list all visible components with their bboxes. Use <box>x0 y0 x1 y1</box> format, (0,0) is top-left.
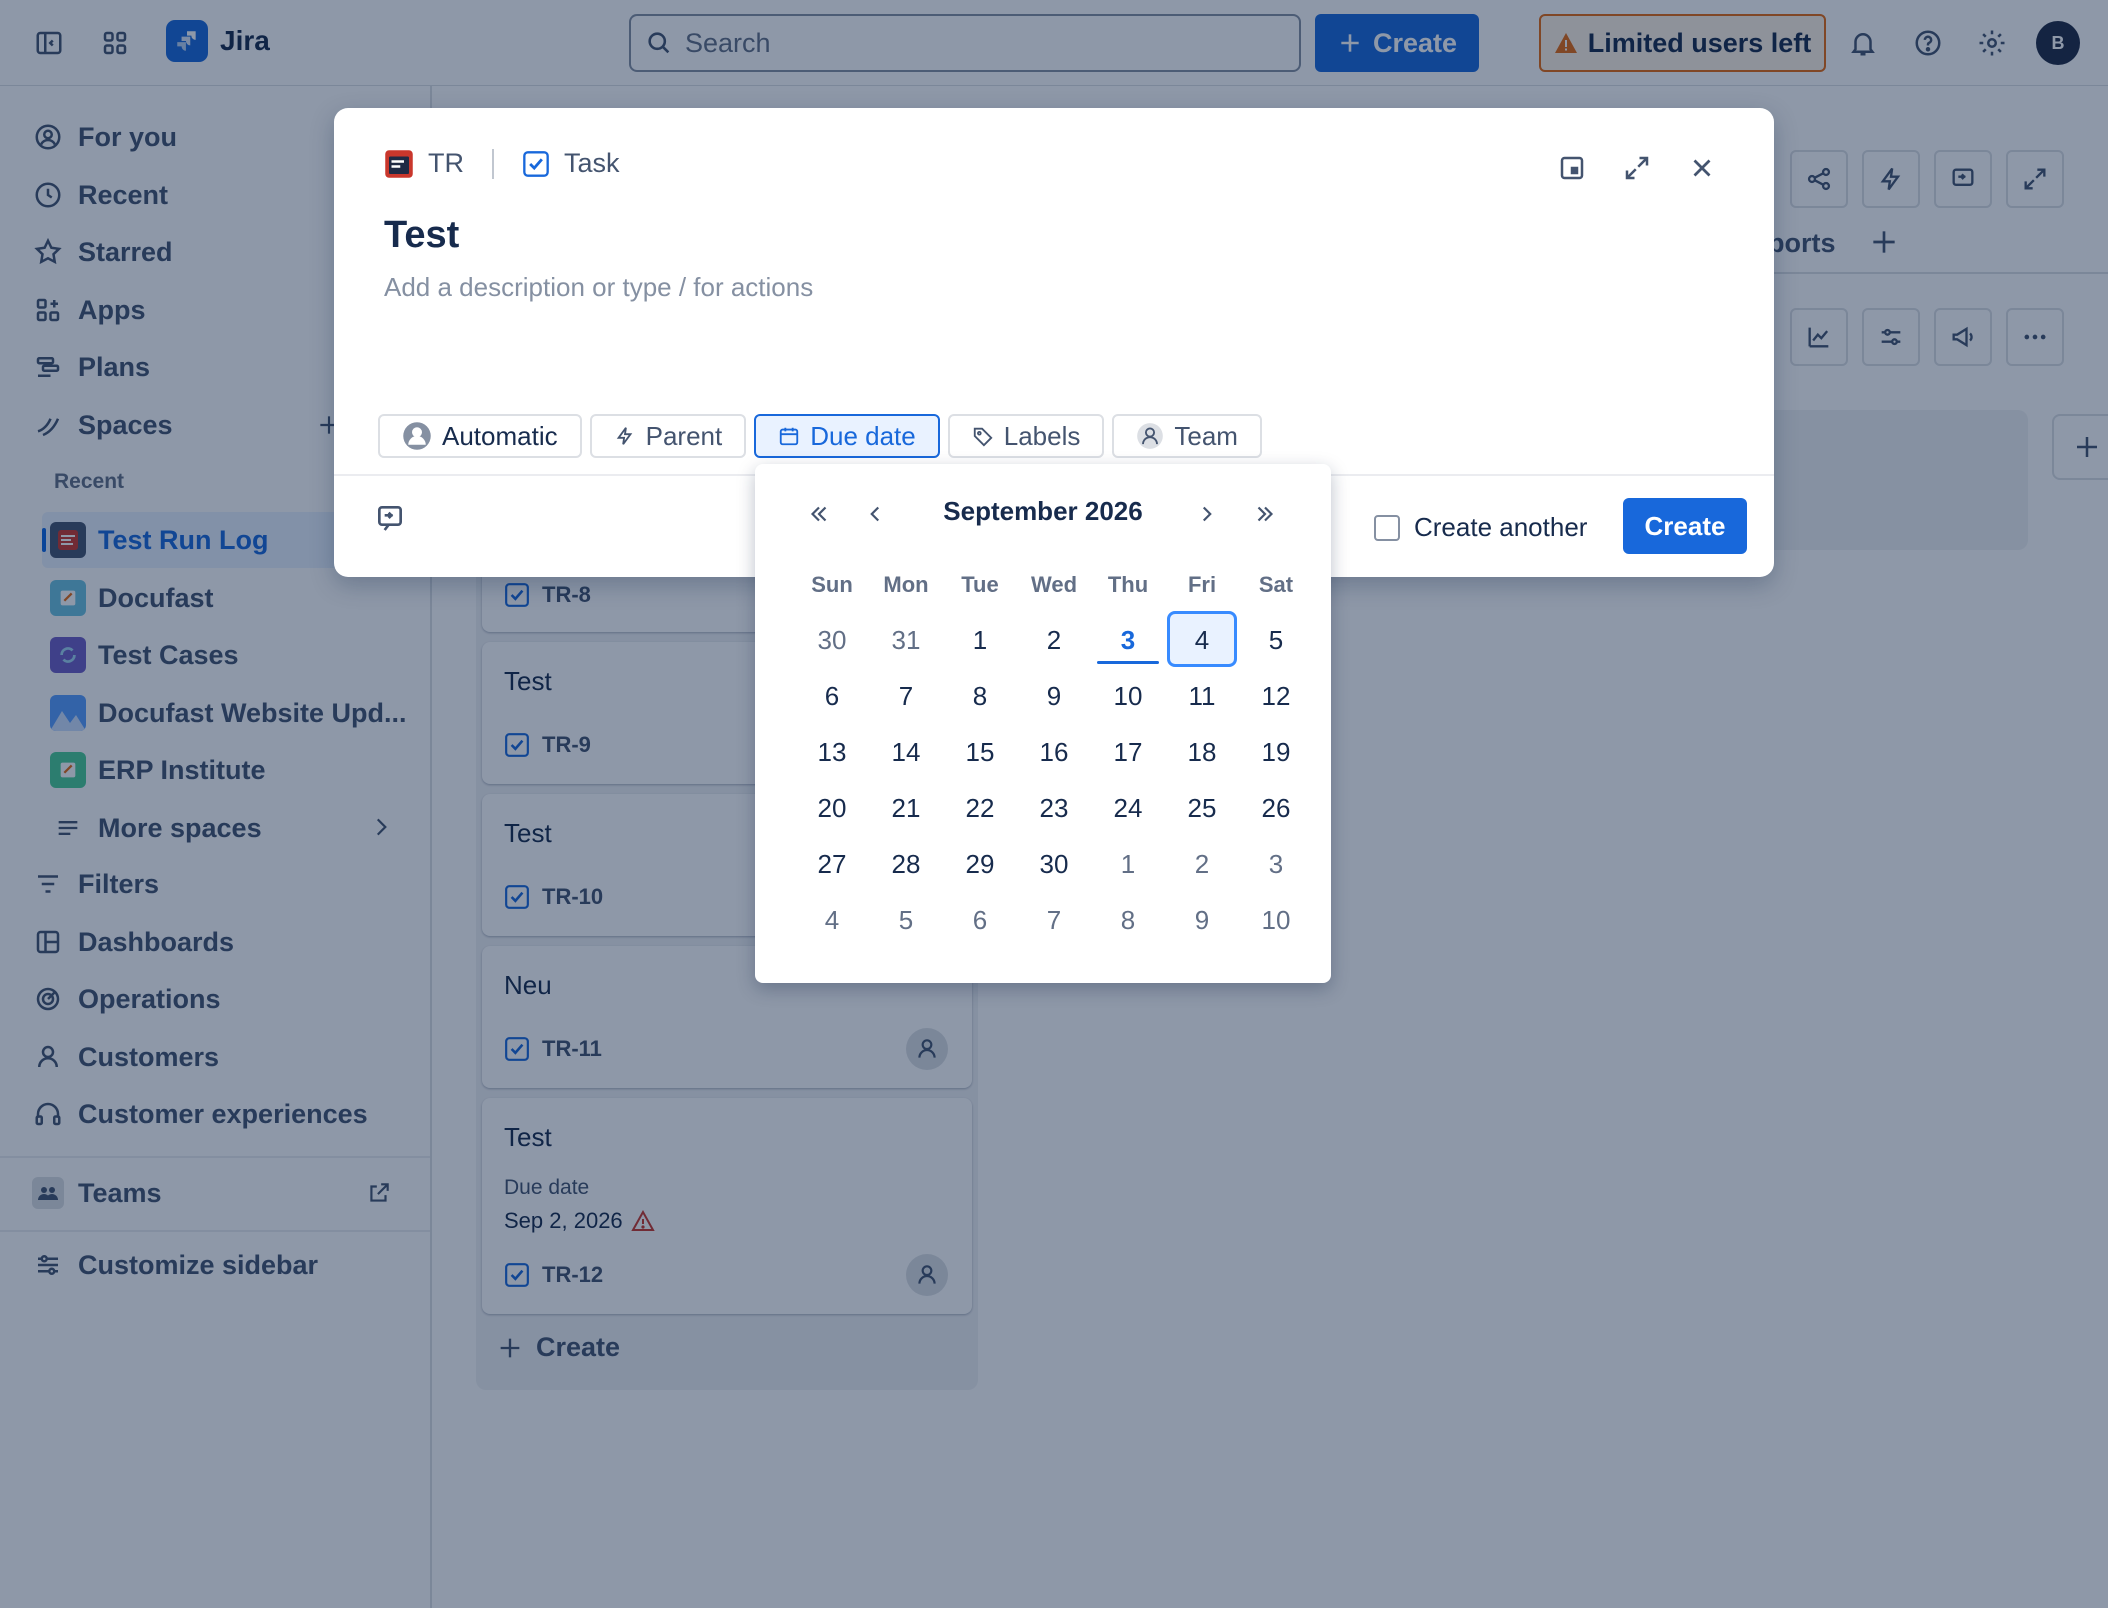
calendar-grid: Sun Mon Tue Wed Thu Fri Sat 30 31 1 2 3 … <box>795 572 1313 948</box>
feedback-icon[interactable] <box>374 502 406 534</box>
calendar-day[interactable]: 1 <box>943 612 1017 668</box>
calendar-day[interactable]: 21 <box>869 780 943 836</box>
calendar-day[interactable]: 24 <box>1091 780 1165 836</box>
calendar-header: September 2026 <box>755 494 1331 534</box>
assignee-chip[interactable]: Automatic <box>378 414 582 458</box>
weekday-label: Fri <box>1187 572 1217 597</box>
create-another-label: Create another <box>1414 512 1588 542</box>
calendar-day[interactable]: 29 <box>943 836 1017 892</box>
calendar-week: 30 31 1 2 3 4 5 <box>795 611 1313 668</box>
minimize-icon[interactable] <box>1550 146 1594 190</box>
calendar-day[interactable]: 4 <box>795 892 869 948</box>
task-checkbox-icon <box>523 150 549 177</box>
date-picker: September 2026 Sun Mon Tue Wed Thu Fri S… <box>755 464 1331 983</box>
calendar-day[interactable]: 23 <box>1017 780 1091 836</box>
weekday-label: Sun <box>811 572 853 597</box>
calendar-day[interactable]: 19 <box>1239 724 1313 780</box>
weekday-header: Sun Mon Tue Wed Thu Fri Sat <box>795 572 1313 612</box>
description-input[interactable]: Add a description or type / for actions <box>384 272 813 303</box>
weekday-label: Tue <box>961 572 999 597</box>
issue-summary-input[interactable]: Test <box>384 214 459 257</box>
calendar-day[interactable]: 30 <box>1017 836 1091 892</box>
calendar-day[interactable]: 11 <box>1165 668 1239 724</box>
calendar-week: 4 5 6 7 8 9 10 <box>795 892 1313 948</box>
calendar-day[interactable]: 30 <box>795 612 869 668</box>
field-chips: Automatic Parent Due date Labels Team <box>378 414 1262 458</box>
team-chip[interactable]: Team <box>1112 414 1262 458</box>
chip-label: Parent <box>645 420 723 451</box>
project-icon <box>385 149 413 178</box>
calendar-day-today[interactable]: 3 <box>1091 612 1165 668</box>
calendar-day[interactable]: 22 <box>943 780 1017 836</box>
calendar-week: 13 14 15 16 17 18 19 <box>795 724 1313 780</box>
calendar-day[interactable]: 15 <box>943 724 1017 780</box>
calendar-day[interactable]: 17 <box>1091 724 1165 780</box>
breadcrumb-separator <box>492 148 494 179</box>
project-key[interactable]: TR <box>428 148 464 179</box>
calendar-day[interactable]: 28 <box>869 836 943 892</box>
calendar-day[interactable]: 2 <box>1017 612 1091 668</box>
calendar-day[interactable]: 6 <box>943 892 1017 948</box>
labels-chip[interactable]: Labels <box>947 414 1105 458</box>
calendar-day[interactable]: 5 <box>869 892 943 948</box>
chip-label: Team <box>1174 420 1238 451</box>
calendar-day[interactable]: 25 <box>1165 780 1239 836</box>
calendar-day[interactable]: 9 <box>1165 892 1239 948</box>
calendar-day[interactable]: 5 <box>1239 612 1313 668</box>
weekday-label: Sat <box>1258 572 1294 597</box>
chip-label: Labels <box>1003 420 1081 451</box>
calendar-day[interactable]: 31 <box>869 612 943 668</box>
calendar-day[interactable]: 8 <box>1091 892 1165 948</box>
team-avatar-icon <box>1137 423 1164 449</box>
calendar-week: 6 7 8 9 10 11 12 <box>795 668 1313 724</box>
calendar-day[interactable]: 16 <box>1017 724 1091 780</box>
calendar-day[interactable]: 12 <box>1239 668 1313 724</box>
lightning-icon <box>616 427 632 445</box>
chip-label: Automatic <box>442 420 558 451</box>
calendar-day[interactable]: 9 <box>1017 668 1091 724</box>
parent-chip[interactable]: Parent <box>589 414 747 458</box>
checkbox[interactable] <box>1374 514 1400 541</box>
calendar-day[interactable]: 7 <box>869 668 943 724</box>
due-date-chip[interactable]: Due date <box>754 414 940 458</box>
calendar-day[interactable]: 10 <box>1091 668 1165 724</box>
calendar-icon <box>780 427 799 446</box>
calendar-day[interactable]: 6 <box>795 668 869 724</box>
calendar-day[interactable]: 14 <box>869 724 943 780</box>
calendar-day-selected[interactable]: 4 <box>1165 611 1239 668</box>
calendar-day[interactable]: 18 <box>1165 724 1239 780</box>
calendar-day[interactable]: 2 <box>1165 836 1239 892</box>
issue-type[interactable]: Task <box>564 148 620 179</box>
fullscreen-icon[interactable] <box>1615 146 1659 190</box>
calendar-day[interactable]: 10 <box>1239 892 1313 948</box>
weekday-label: Wed <box>1030 572 1078 597</box>
close-icon[interactable] <box>1680 146 1724 190</box>
calendar-week: 27 28 29 30 1 2 3 <box>795 836 1313 892</box>
calendar-day[interactable]: 27 <box>795 836 869 892</box>
person-avatar-icon <box>403 422 431 450</box>
calendar-week: 20 21 22 23 24 25 26 <box>795 780 1313 836</box>
calendar-day[interactable]: 7 <box>1017 892 1091 948</box>
next-month-icon[interactable] <box>1187 494 1227 534</box>
weekday-label: Thu <box>1107 572 1149 597</box>
calendar-day[interactable]: 13 <box>795 724 869 780</box>
create-another-checkbox[interactable]: Create another <box>1374 512 1587 543</box>
calendar-day[interactable]: 8 <box>943 668 1017 724</box>
modal-breadcrumb: TR Task <box>384 148 620 179</box>
calendar-day[interactable]: 1 <box>1091 836 1165 892</box>
calendar-day[interactable]: 26 <box>1239 780 1313 836</box>
calendar-day[interactable]: 3 <box>1239 836 1313 892</box>
tag-icon <box>973 427 993 447</box>
chip-label: Due date <box>810 420 916 451</box>
weekday-label: Mon <box>883 572 929 597</box>
calendar-day[interactable]: 20 <box>795 780 869 836</box>
next-year-icon[interactable] <box>1245 494 1285 534</box>
create-submit-button[interactable]: Create <box>1623 498 1747 554</box>
